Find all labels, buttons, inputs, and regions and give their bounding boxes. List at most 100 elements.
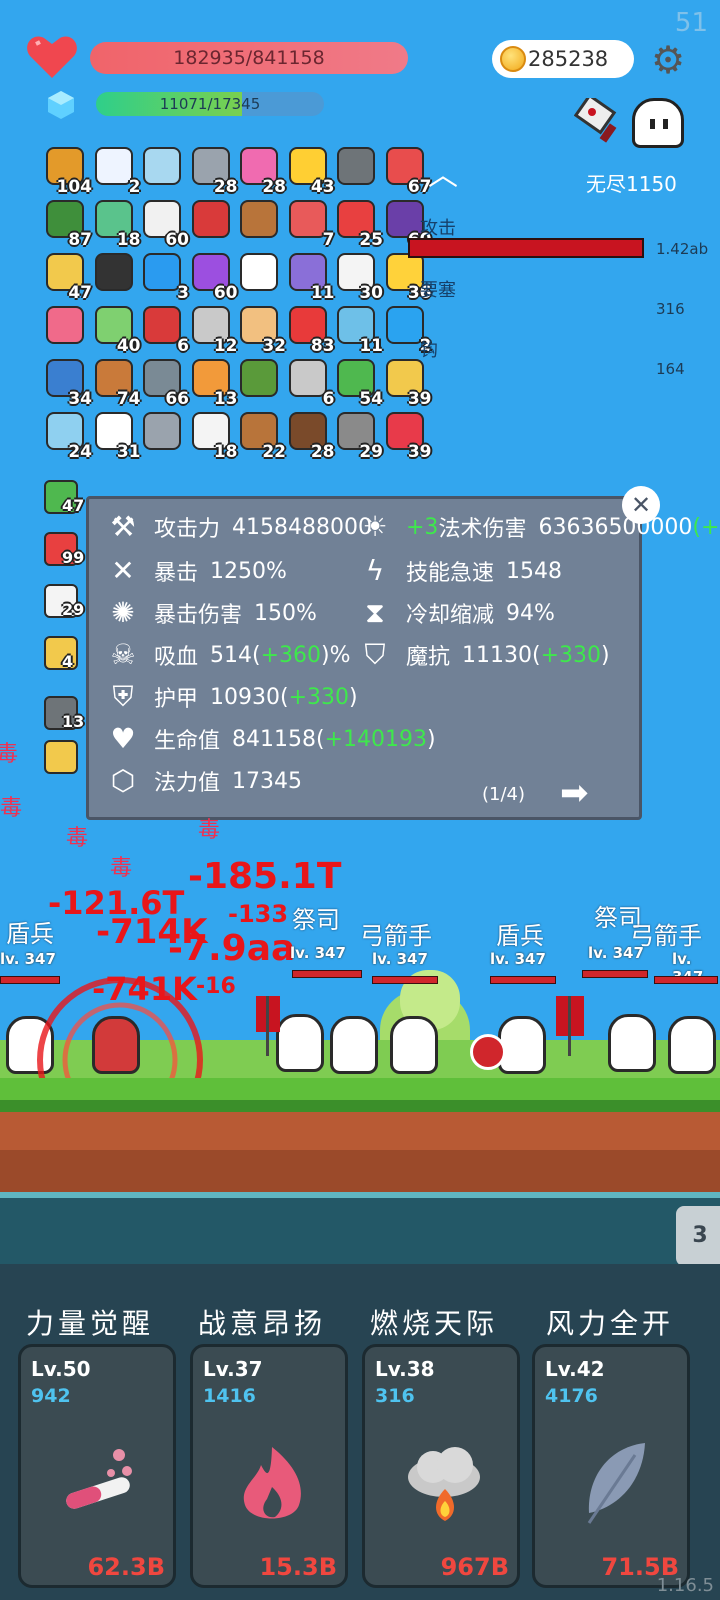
inventory-item[interactable]: 43	[285, 145, 335, 197]
inventory-item[interactable]: 11	[333, 304, 383, 356]
inventory-item[interactable]: 2	[91, 145, 141, 197]
enemy-unit	[608, 1014, 656, 1072]
item-count: 104	[56, 177, 93, 197]
inventory-item[interactable]: 28	[236, 145, 286, 197]
inventory-item[interactable]: 6	[285, 357, 335, 409]
stat-crit-damage: ✺ 暴击伤害 150%	[106, 596, 317, 630]
inventory-item[interactable]: 18	[91, 198, 141, 250]
inventory-item[interactable]: 74	[91, 357, 141, 409]
axe-icon: ⚒	[110, 510, 136, 543]
settings-gear-icon[interactable]: ⚙	[648, 40, 688, 80]
inventory-item[interactable]	[139, 145, 185, 191]
item-count: 12	[213, 336, 238, 356]
inventory-item[interactable]	[42, 304, 88, 350]
inventory-item[interactable]: 13	[188, 357, 238, 409]
item-count: 28	[310, 442, 335, 462]
stat-cdr: ⧗ 冷却缩减 94%	[358, 596, 555, 630]
treasure-chest-icon	[240, 200, 278, 238]
skill-title: 风力全开	[546, 1307, 675, 1340]
item-count: 11	[359, 336, 383, 356]
skill-card-burning-sky[interactable]: Lv.38 316 967B	[362, 1344, 520, 1588]
inventory-item[interactable]: 24	[42, 410, 92, 462]
stat-hp: ♥ 生命值 841158 (+140193)	[106, 722, 435, 756]
cloud-cat-icon	[94, 147, 133, 185]
inventory-item[interactable]: 39	[382, 410, 432, 462]
inventory-item[interactable]: 87	[42, 198, 92, 250]
gold-value: 285238	[528, 47, 609, 71]
inventory-item[interactable]: 30	[333, 251, 383, 303]
enemy-level: lv. 347	[372, 950, 428, 968]
inventory-item[interactable]	[139, 410, 185, 456]
enemy-unit	[668, 1016, 716, 1074]
inventory-item[interactable]: 40	[91, 304, 141, 356]
inventory-item[interactable]: 60	[188, 251, 238, 303]
damage-bar	[408, 238, 644, 258]
magnifier-icon	[143, 147, 181, 185]
skill-title: 燃烧天际	[370, 1307, 499, 1340]
stat-haste: ϟ 技能急速 1548	[358, 554, 562, 588]
inventory-item[interactable]: 83	[285, 304, 335, 356]
enemy-hp-bar	[654, 976, 718, 984]
enemy-name: 祭司	[292, 906, 340, 934]
inventory-item[interactable]: 66	[139, 357, 189, 409]
inventory-item[interactable]: 31	[91, 410, 141, 462]
enemy-hp-bar	[372, 976, 438, 984]
next-page-arrow-icon[interactable]: ➡	[560, 776, 600, 810]
collapse-chevron-icon[interactable]: ︿	[428, 150, 458, 194]
inventory-item[interactable]: 39	[382, 357, 432, 409]
skill-card-full-wind[interactable]: Lv.42 4176 71.5B	[532, 1344, 690, 1588]
cleaver-icon[interactable]	[574, 98, 624, 144]
inventory-item[interactable]: 28	[188, 145, 238, 197]
inventory-item[interactable]: 3	[139, 251, 189, 303]
inventory-item[interactable]: 11	[285, 251, 335, 303]
inventory-item[interactable]: 104	[42, 145, 92, 197]
ghost-pet-icon[interactable]	[632, 98, 684, 148]
shield-icon: ⛨	[112, 680, 134, 713]
inventory-item[interactable]: 47	[42, 251, 92, 303]
hp-bar: 182935/841158	[90, 42, 408, 74]
inventory-item[interactable]: 22	[236, 410, 286, 462]
shield-frame-icon[interactable]	[44, 740, 78, 774]
inventory-item[interactable]	[188, 198, 234, 244]
inventory-item[interactable]	[236, 198, 282, 244]
side-tab-button[interactable]: 3	[676, 1206, 720, 1266]
inventory-item[interactable]: 28	[285, 410, 335, 462]
skill-title: 战意昂扬	[198, 1307, 327, 1340]
inventory-item[interactable]: 12	[188, 304, 238, 356]
item-count: 29	[62, 600, 85, 619]
inventory-item[interactable]: 67	[382, 145, 432, 197]
item-count: 29	[359, 442, 383, 462]
endless-mode-label: 无尽1150	[586, 172, 677, 196]
poison-text: 毒	[66, 826, 89, 851]
stats-page-indicator: (1/4)	[482, 784, 526, 805]
inventory-item[interactable]	[236, 357, 282, 403]
inventory-item[interactable]	[91, 251, 137, 297]
inventory-item[interactable]: 32	[236, 304, 286, 356]
gold-counter[interactable]: 285238	[492, 40, 634, 78]
mortar-icon	[337, 147, 375, 185]
fps-counter: 51	[674, 8, 708, 38]
enemy-hp-bar	[490, 976, 556, 984]
inventory-item[interactable]: 6	[139, 304, 189, 356]
grenade-icon	[240, 359, 278, 397]
damage-number: -133	[228, 900, 289, 928]
inventory-item[interactable]	[333, 145, 379, 191]
inventory-item[interactable]	[236, 251, 282, 297]
enemy-name: 弓箭手	[360, 922, 432, 950]
inventory-item[interactable]: 29	[333, 410, 383, 462]
item-count: 22	[262, 442, 286, 462]
inventory-item[interactable]: 25	[333, 198, 383, 250]
skill-card-battle-spirit[interactable]: Lv.37 1416 15.3B	[190, 1344, 348, 1588]
skill-card-strength[interactable]: Lv.50 942 62.3B	[18, 1344, 176, 1588]
hp-text: 182935/841158	[173, 47, 325, 69]
inventory-item[interactable]: 54	[333, 357, 383, 409]
side-label-hook: 钩	[420, 340, 438, 361]
poison-text: 毒	[0, 796, 23, 821]
blue-gem-icon	[143, 253, 181, 291]
mana-gem-icon	[48, 91, 74, 119]
inventory-item[interactable]: 60	[139, 198, 189, 250]
inventory-item[interactable]: 7	[285, 198, 335, 250]
inventory-item[interactable]: 18	[188, 410, 238, 462]
inventory-item[interactable]: 34	[42, 357, 92, 409]
lightning-icon: ϟ	[365, 554, 385, 587]
